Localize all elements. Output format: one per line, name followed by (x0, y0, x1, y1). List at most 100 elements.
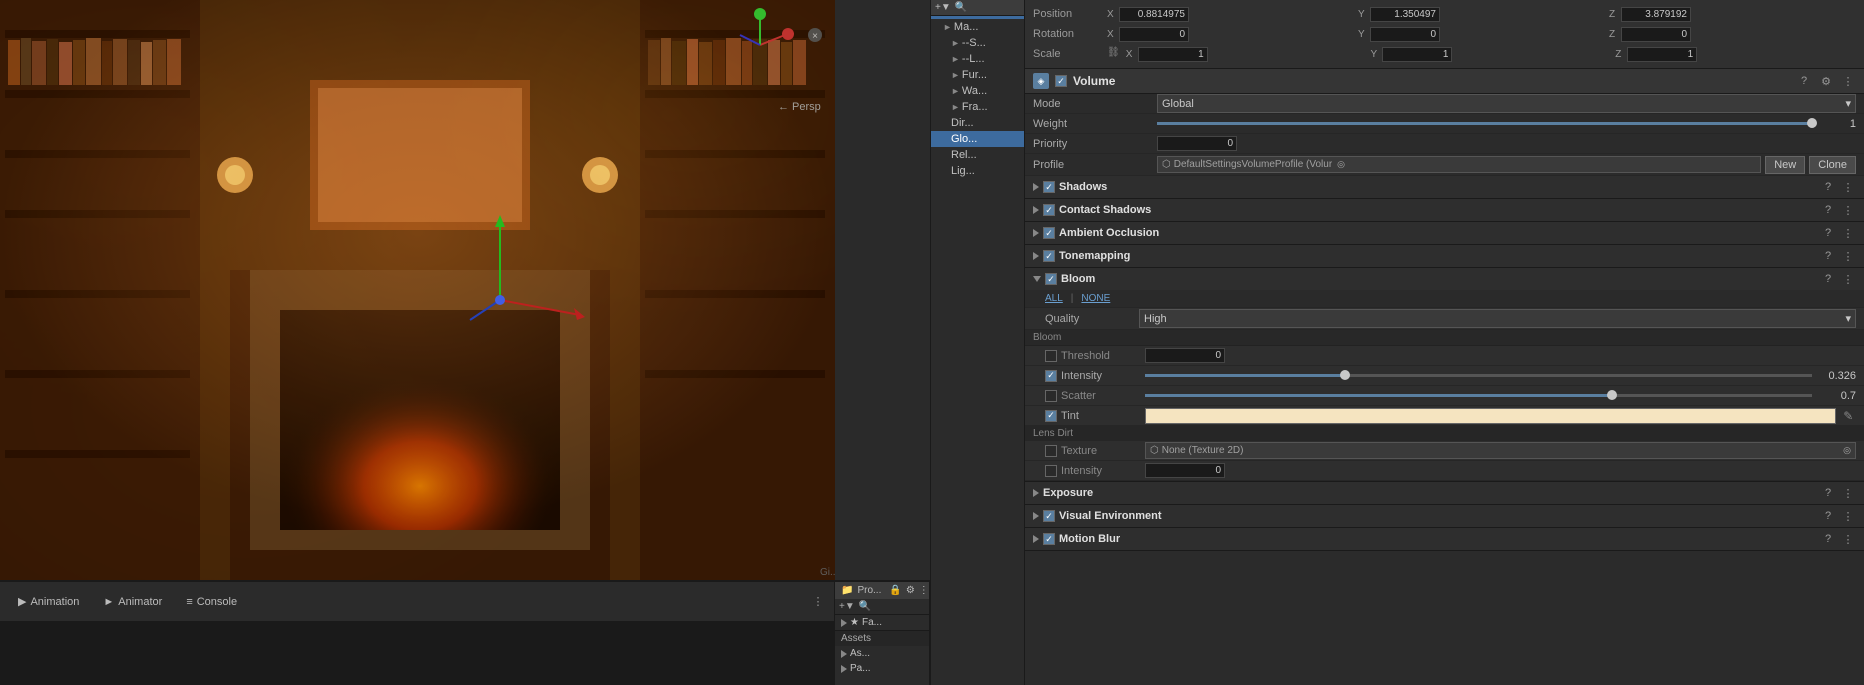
lens-intensity-checkbox[interactable] (1045, 465, 1057, 477)
hierarchy-item-glo[interactable]: Glo... (931, 131, 1024, 147)
scale-x-input[interactable] (1138, 47, 1208, 62)
tonemapping-title: Tonemapping (1059, 250, 1130, 262)
ambient-help-btn[interactable]: ? (1820, 225, 1836, 241)
exposure-more-btn[interactable]: ⋮ (1840, 485, 1856, 501)
tint-checkbox[interactable] (1045, 410, 1057, 422)
motion-blur-help-btn[interactable]: ? (1820, 531, 1836, 547)
exposure-help-btn[interactable]: ? (1820, 485, 1836, 501)
assets-item[interactable]: As... (835, 646, 929, 661)
add-asset-btn[interactable]: +▼ (839, 601, 855, 612)
tint-edit-icon[interactable]: ✎ (1840, 408, 1856, 424)
hierarchy-item-0[interactable]: ► Ma... (931, 19, 1024, 35)
rot-z-input[interactable] (1621, 27, 1691, 42)
visual-env-header[interactable]: Visual Environment ? ⋮ (1025, 505, 1864, 527)
shadows-header[interactable]: Shadows ? ⋮ (1025, 176, 1864, 198)
more-icon[interactable]: ⋮ (919, 585, 929, 596)
contact-shadows-help-btn[interactable]: ? (1820, 202, 1836, 218)
animation-tab[interactable]: ▶ Animation (8, 591, 89, 612)
tonemapping-help-btn[interactable]: ? (1820, 248, 1836, 264)
visual-env-section: Visual Environment ? ⋮ (1025, 505, 1864, 528)
all-btn[interactable]: ALL (1045, 293, 1063, 304)
threshold-input[interactable] (1145, 348, 1225, 363)
weight-slider[interactable]: 1 (1157, 118, 1856, 130)
priority-input[interactable] (1157, 136, 1237, 151)
hierarchy-item-3[interactable]: ► Fur... (931, 67, 1024, 83)
hierarchy-item-lig[interactable]: Lig... (931, 163, 1024, 179)
tonemapping-header[interactable]: Tonemapping ? ⋮ (1025, 245, 1864, 267)
animator-tab[interactable]: ► Animator (93, 592, 172, 612)
pos-x-input[interactable] (1119, 7, 1189, 22)
bloom-more-btn[interactable]: ⋮ (1840, 271, 1856, 287)
scatter-checkbox[interactable] (1045, 390, 1057, 402)
none-btn[interactable]: NONE (1081, 293, 1110, 304)
pos-y-input[interactable] (1370, 7, 1440, 22)
contact-shadows-more-btn[interactable]: ⋮ (1840, 202, 1856, 218)
rot-y-input[interactable] (1370, 27, 1440, 42)
volume-enabled-checkbox[interactable] (1055, 75, 1067, 87)
visual-env-checkbox[interactable] (1043, 510, 1055, 522)
visual-env-help-btn[interactable]: ? (1820, 508, 1836, 524)
new-profile-btn[interactable]: New (1765, 156, 1805, 174)
volume-title: Volume (1073, 74, 1790, 88)
contact-shadows-header[interactable]: Contact Shadows ? ⋮ (1025, 199, 1864, 221)
hierarchy-item-1[interactable]: ► --S... (931, 35, 1024, 51)
tab-more-menu[interactable]: ⋮ (810, 594, 826, 610)
viewport[interactable]: × ← Persp Gi... (0, 0, 835, 580)
visual-env-more-btn[interactable]: ⋮ (1840, 508, 1856, 524)
profile-target-icon[interactable]: ◎ (1337, 159, 1345, 170)
exposure-expand-icon (1033, 489, 1039, 497)
tonemapping-checkbox[interactable] (1043, 250, 1055, 262)
packages-item[interactable]: Pa... (835, 661, 929, 676)
exposure-header[interactable]: Exposure ? ⋮ (1025, 482, 1864, 504)
contact-shadows-checkbox[interactable] (1043, 204, 1055, 216)
hierarchy-item-dir[interactable]: Dir... (931, 115, 1024, 131)
texture-target-icon[interactable]: ◎ (1843, 445, 1851, 456)
intensity-slider[interactable]: 0.326 (1145, 370, 1856, 382)
texture-checkbox[interactable] (1045, 445, 1057, 457)
volume-more-btn[interactable]: ⋮ (1840, 73, 1856, 89)
mode-dropdown[interactable]: Global ▾ (1157, 94, 1856, 113)
exposure-title: Exposure (1043, 487, 1093, 499)
console-tab[interactable]: ≡ Console (176, 592, 247, 612)
search-asset-icon[interactable]: 🔍 (859, 601, 871, 612)
scatter-row: Scatter 0.7 (1025, 386, 1864, 406)
scale-link-icon[interactable]: ⛓ (1107, 47, 1120, 62)
pos-z-input[interactable] (1621, 7, 1691, 22)
scatter-slider[interactable]: 0.7 (1145, 390, 1856, 402)
bloom-header[interactable]: Bloom ? ⋮ (1025, 268, 1864, 290)
ambient-occlusion-checkbox[interactable] (1043, 227, 1055, 239)
shadows-more-btn[interactable]: ⋮ (1840, 179, 1856, 195)
bloom-checkbox[interactable] (1045, 273, 1057, 285)
favorites-item[interactable]: ★ Fa... (835, 615, 929, 630)
shadows-checkbox[interactable] (1043, 181, 1055, 193)
volume-settings-btn[interactable]: ⚙ (1818, 73, 1834, 89)
hierarchy-search-icon[interactable]: 🔍 (955, 2, 967, 13)
quality-dropdown[interactable]: High ▾ (1139, 309, 1856, 328)
motion-blur-more-btn[interactable]: ⋮ (1840, 531, 1856, 547)
hierarchy-item-rel[interactable]: Rel... (931, 147, 1024, 163)
scale-z-input[interactable] (1627, 47, 1697, 62)
tint-color-box[interactable] (1145, 408, 1836, 424)
tonemapping-more-btn[interactable]: ⋮ (1840, 248, 1856, 264)
motion-blur-checkbox[interactable] (1043, 533, 1055, 545)
hierarchy-item-5[interactable]: ► Fra... (931, 99, 1024, 115)
motion-blur-header[interactable]: Motion Blur ? ⋮ (1025, 528, 1864, 550)
clone-profile-btn[interactable]: Clone (1809, 156, 1856, 174)
ambient-occlusion-title: Ambient Occlusion (1059, 227, 1159, 239)
lens-intensity-input[interactable] (1145, 463, 1225, 478)
scale-y-input[interactable] (1382, 47, 1452, 62)
ambient-occlusion-header[interactable]: Ambient Occlusion ? ⋮ (1025, 222, 1864, 244)
hierarchy-item-4[interactable]: ► Wa... (931, 83, 1024, 99)
priority-row: Priority (1025, 134, 1864, 154)
rot-x-input[interactable] (1119, 27, 1189, 42)
shadows-help-btn[interactable]: ? (1820, 179, 1836, 195)
hierarchy-add-btn[interactable]: +▼ (935, 2, 951, 13)
volume-help-btn[interactable]: ? (1796, 73, 1812, 89)
threshold-checkbox[interactable] (1045, 350, 1057, 362)
bloom-help-btn[interactable]: ? (1820, 271, 1836, 287)
intensity-checkbox[interactable] (1045, 370, 1057, 382)
ambient-more-btn[interactable]: ⋮ (1840, 225, 1856, 241)
settings-icon[interactable]: ⚙ (906, 585, 915, 596)
lock-icon[interactable]: 🔒 (889, 585, 901, 596)
hierarchy-item-2[interactable]: ► --L... (931, 51, 1024, 67)
